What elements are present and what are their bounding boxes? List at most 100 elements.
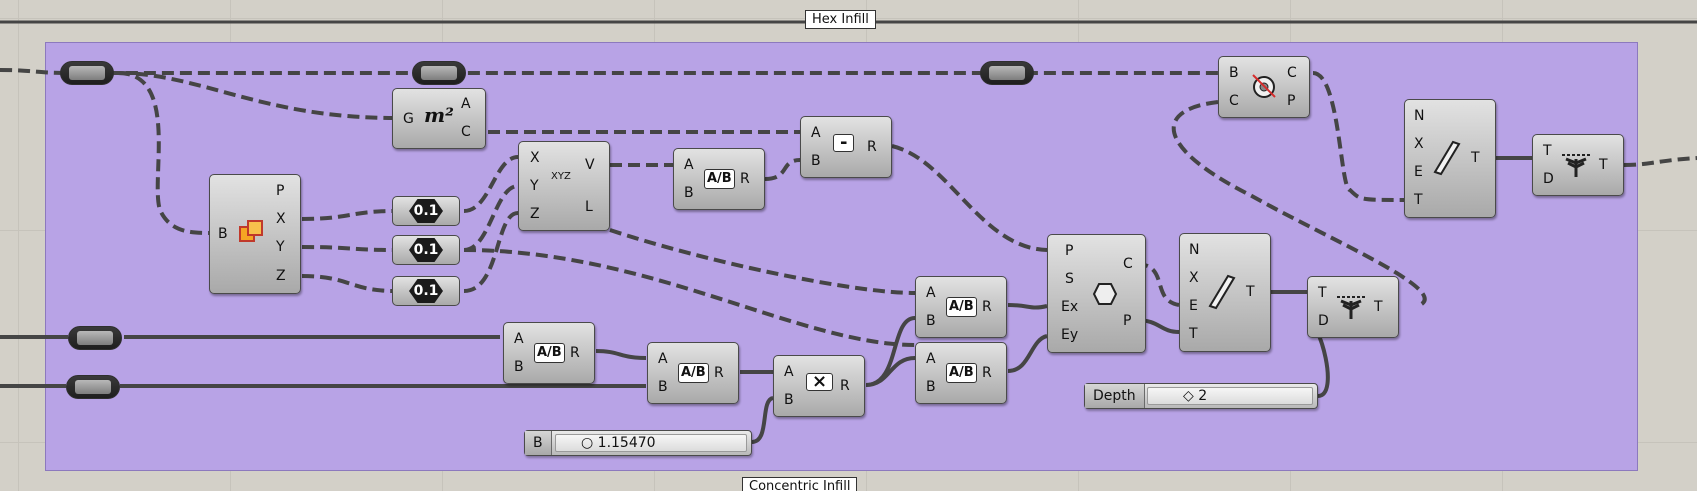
region-intersection-component[interactable]: B C C P: [1218, 56, 1310, 118]
output-a[interactable]: A: [461, 97, 471, 111]
depth-slider-value: ◇ 2: [1183, 388, 1208, 404]
input-n[interactable]: N: [1189, 243, 1199, 257]
output-t[interactable]: T: [1374, 300, 1383, 314]
wire-trim-out: [1623, 156, 1697, 167]
construct-point-component[interactable]: X Y Z V L XYZ: [518, 141, 610, 231]
input-b[interactable]: B: [811, 154, 821, 168]
input-b[interactable]: B: [658, 380, 668, 394]
output-x[interactable]: X: [276, 212, 286, 226]
wire-box-num1: [301, 209, 396, 221]
input-z[interactable]: Z: [530, 207, 540, 221]
input-d[interactable]: D: [1318, 314, 1329, 328]
wire-num1-pt: [463, 155, 519, 213]
subtraction-component[interactable]: A B R -: [800, 116, 892, 178]
relay-node-4[interactable]: [68, 326, 122, 350]
trim-tree-component-top[interactable]: T D T: [1532, 134, 1624, 196]
division-component-low-2[interactable]: A B R A/B: [647, 342, 739, 404]
input-e[interactable]: E: [1414, 165, 1423, 179]
relay-node-3[interactable]: [980, 61, 1034, 85]
area-component[interactable]: G A C m²: [392, 88, 486, 149]
output-l[interactable]: L: [585, 200, 593, 214]
depth-slider-track[interactable]: [1147, 387, 1313, 405]
division-component-right-2[interactable]: A B R A/B: [915, 342, 1007, 404]
input-b[interactable]: B: [784, 393, 794, 407]
output-p[interactable]: P: [276, 184, 284, 198]
output-r[interactable]: R: [982, 366, 992, 380]
trim-tree-component[interactable]: T D T: [1307, 276, 1399, 338]
number-param-2[interactable]: 0.1: [392, 235, 460, 265]
output-y[interactable]: Y: [276, 240, 285, 254]
input-t[interactable]: T: [1318, 286, 1327, 300]
input-x[interactable]: X: [1414, 137, 1424, 151]
input-b[interactable]: B: [1229, 66, 1239, 80]
output-t[interactable]: T: [1246, 285, 1255, 299]
prune-tree-component-top[interactable]: N X E T T: [1404, 99, 1496, 218]
output-r[interactable]: R: [570, 346, 580, 360]
b-slider[interactable]: B ○ 1.15470: [524, 430, 752, 456]
output-p[interactable]: P: [1123, 314, 1131, 328]
saw-icon: [1208, 274, 1236, 310]
number-param-3[interactable]: 0.1: [392, 276, 460, 306]
output-r[interactable]: R: [714, 366, 724, 380]
input-a[interactable]: A: [684, 158, 694, 172]
output-t[interactable]: T: [1599, 158, 1608, 172]
input-p[interactable]: P: [1065, 244, 1073, 258]
input-b[interactable]: B: [926, 314, 936, 328]
input-a[interactable]: A: [926, 286, 936, 300]
output-r[interactable]: R: [740, 172, 750, 186]
saw-icon: [1433, 140, 1461, 176]
input-a[interactable]: A: [514, 332, 524, 346]
number-param-1[interactable]: 0.1: [392, 196, 460, 226]
input-b[interactable]: B: [218, 227, 228, 241]
wire-div-div: [595, 349, 647, 360]
input-b[interactable]: B: [514, 360, 524, 374]
output-v[interactable]: V: [585, 158, 595, 172]
output-c[interactable]: C: [1287, 66, 1297, 80]
input-c[interactable]: C: [1229, 94, 1239, 108]
depth-slider[interactable]: Depth ◇ 2: [1084, 383, 1318, 409]
prune-tree-component[interactable]: N X E T T: [1179, 233, 1271, 352]
multiplication-component[interactable]: A B R ×: [773, 355, 865, 417]
output-r[interactable]: R: [867, 140, 877, 154]
input-t[interactable]: T: [1414, 193, 1423, 207]
output-r[interactable]: R: [840, 379, 850, 393]
output-z[interactable]: Z: [276, 269, 286, 283]
input-a[interactable]: A: [811, 126, 821, 140]
input-b[interactable]: B: [684, 186, 694, 200]
output-c[interactable]: C: [1123, 257, 1133, 271]
input-e[interactable]: E: [1189, 299, 1198, 313]
output-r[interactable]: R: [982, 300, 992, 314]
input-ey[interactable]: Ey: [1061, 328, 1078, 342]
relay-node-2[interactable]: [412, 61, 466, 85]
output-t[interactable]: T: [1471, 151, 1480, 165]
input-n[interactable]: N: [1414, 109, 1424, 123]
input-d[interactable]: D: [1543, 172, 1554, 186]
input-x[interactable]: X: [1189, 271, 1199, 285]
input-a[interactable]: A: [926, 352, 936, 366]
input-g[interactable]: G: [403, 112, 414, 126]
input-ex[interactable]: Ex: [1061, 300, 1078, 314]
subtraction-icon: -: [833, 134, 855, 152]
input-a[interactable]: A: [658, 352, 668, 366]
grasshopper-canvas[interactable]: Hex Infill Concentric Infill G A C m² B …: [0, 0, 1697, 491]
output-p[interactable]: P: [1287, 94, 1295, 108]
input-t[interactable]: T: [1543, 144, 1552, 158]
input-t[interactable]: T: [1189, 327, 1198, 341]
output-c[interactable]: C: [461, 125, 471, 139]
wire-div-hex2: [1007, 303, 1048, 310]
region-icon: [1252, 74, 1276, 98]
division-component-right-1[interactable]: A B R A/B: [915, 276, 1007, 338]
multiplication-icon: ×: [806, 373, 834, 391]
input-y[interactable]: Y: [530, 179, 539, 193]
hexagonal-grid-component[interactable]: P S Ex Ey C P: [1047, 234, 1146, 353]
division-component-top[interactable]: A B R A/B: [673, 148, 765, 210]
deconstruct-box-component[interactable]: B P X Y Z: [209, 174, 301, 294]
input-x[interactable]: X: [530, 151, 540, 165]
relay-node-5[interactable]: [66, 375, 120, 399]
input-a[interactable]: A: [784, 365, 794, 379]
division-component-low-1[interactable]: A B R A/B: [503, 322, 595, 384]
relay-node-1[interactable]: [60, 61, 114, 85]
input-s[interactable]: S: [1065, 272, 1074, 286]
input-b[interactable]: B: [926, 380, 936, 394]
wire-box-num2: [301, 245, 396, 252]
